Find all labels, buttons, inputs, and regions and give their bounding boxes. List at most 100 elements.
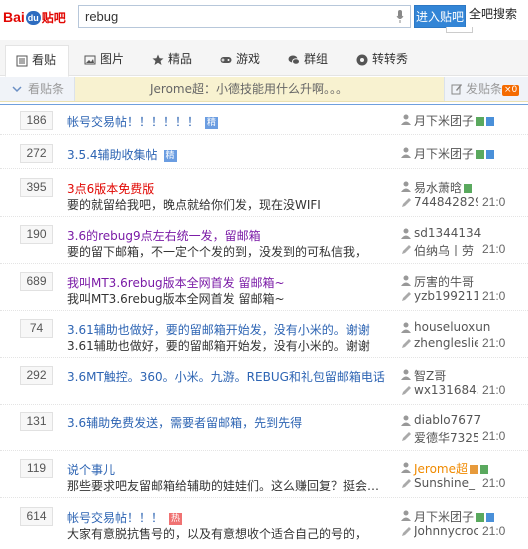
user-icon	[401, 181, 411, 192]
last-replier[interactable]: wx1316843	[414, 383, 478, 397]
logo-paw-badge: du	[25, 11, 41, 25]
thread-author[interactable]: diablo7677	[414, 413, 528, 427]
chat-icon	[288, 55, 300, 65]
last-reply-time: 21:0	[482, 383, 506, 397]
reply-count: 119	[20, 459, 53, 478]
thread-title[interactable]: 我叫MT3.6rebug版本全网首发 留邮箱~	[67, 274, 285, 291]
reply-count: 272	[20, 144, 53, 163]
thread-author[interactable]: sd1344134	[414, 226, 528, 240]
level-badge-icon	[476, 150, 485, 159]
last-replier[interactable]: 爱德华7325	[414, 429, 478, 446]
view-post-bar-toggle[interactable]: 看贴条	[0, 77, 75, 101]
thread-excerpt: 要的留下邮箱，不一定个个发的到，没发到的可私信我，	[67, 245, 368, 259]
thread-author[interactable]: Jerome超	[414, 460, 528, 477]
thread-title[interactable]: 帐号交易帖！！！ 热	[67, 509, 183, 526]
thread-excerpt: 那些要求吧友留邮箱给辅助的娃娃们。这么赚回复？挺会…	[67, 479, 380, 493]
tab-images[interactable]: 图片	[74, 45, 134, 76]
reply-pencil-icon	[402, 527, 411, 536]
thread-title[interactable]: 帐号交易帖！！！！！！ 精	[67, 113, 219, 130]
reply-count: 292	[20, 366, 53, 385]
last-reply-time: 21:0	[482, 524, 506, 538]
notice-message[interactable]: Jerome超：小德技能用什么升啊。。。	[150, 77, 348, 101]
thread-title[interactable]: 3.6MT触控。360。小米。九游。REBUG和礼包留邮箱电话	[67, 368, 385, 385]
author-name: 月下米团子	[414, 147, 475, 161]
list-icon	[16, 55, 28, 67]
thread-author[interactable]: 易水萧晗	[414, 179, 528, 196]
tab-spin-show[interactable]: 转转秀	[346, 45, 416, 76]
last-reply-time: 21:0	[482, 336, 506, 350]
thread-row[interactable]: 190 3.6的rebug9点左右统一发，留邮箱 要的留下邮箱，不一定个个发的到…	[0, 220, 528, 264]
thread-author[interactable]: 月下米团子	[414, 145, 528, 162]
thread-excerpt: 要的就留给我吧，晚点就给你们发，现在没WIFI	[67, 198, 321, 212]
last-replier[interactable]: 伯纳乌丨劳	[414, 242, 478, 259]
enter-tieba-button[interactable]: 进入贴吧	[414, 5, 466, 28]
user-icon	[401, 322, 411, 333]
user-icon	[401, 415, 411, 426]
reply-pencil-icon	[402, 198, 411, 207]
post-bar-label: 发贴条	[466, 82, 503, 96]
thread-row[interactable]: 74 3.61辅助也做好，要的留邮箱开始发，没有小米的。谢谢 3.61辅助也做好…	[0, 314, 528, 358]
all-tieba-search-button[interactable]: 全吧搜索	[469, 5, 528, 23]
search-input[interactable]	[79, 6, 379, 27]
last-replier[interactable]: Sunshine_	[414, 476, 478, 490]
thread-title[interactable]: 3.5.4辅助收集帖精	[67, 146, 177, 163]
tab-groups[interactable]: 群组	[278, 45, 338, 76]
user-icon	[401, 114, 411, 125]
thread-row[interactable]: 395 3点6版本免费版 要的就留给我吧，晚点就给你们发，现在没WIFI 易水萧…	[0, 173, 528, 217]
post-bar-button[interactable]: 发贴条 ×0	[444, 77, 528, 101]
search-box[interactable]	[78, 5, 411, 28]
reply-count: 186	[20, 111, 53, 130]
last-reply-time: 21:0	[482, 289, 506, 303]
tab-games[interactable]: 游戏	[210, 45, 270, 76]
thread-title-text: 3.5.4辅助收集帖	[67, 148, 158, 162]
featured-badge: 精	[163, 150, 177, 162]
user-icon	[401, 228, 411, 239]
thread-row[interactable]: 119 说个事儿 那些要求吧友留邮箱给辅助的娃娃们。这么赚回复？挺会… Jero…	[0, 454, 528, 498]
thread-title[interactable]: 3.6的rebug9点左右统一发，留邮箱	[67, 227, 261, 244]
last-reply-time: 21:0	[482, 429, 506, 443]
author-name: Jerome超	[414, 462, 469, 476]
thread-author[interactable]: 月下米团子	[414, 112, 528, 129]
last-replier[interactable]: yzb1992110	[414, 289, 478, 303]
thread-author[interactable]: houseluoxun	[414, 320, 528, 334]
thread-row[interactable]: 292 3.6MT触控。360。小米。九游。REBUG和礼包留邮箱电话 智Z哥 …	[0, 361, 528, 405]
reply-count: 190	[20, 225, 53, 244]
last-replier[interactable]: 744842829	[414, 195, 478, 209]
thread-author[interactable]: 月下米团子	[414, 508, 528, 525]
last-reply-time: 21:0	[482, 476, 506, 490]
thread-row[interactable]: 131 3.6辅助免费发送，需要者留邮箱，先到先得 diablo7677 爱德华…	[0, 407, 528, 451]
reply-pencil-icon	[402, 292, 411, 301]
last-replier[interactable]: Johnnycroc	[414, 524, 478, 538]
image-icon	[84, 55, 96, 65]
hot-badge: 热	[169, 513, 183, 525]
microphone-icon[interactable]	[396, 10, 404, 23]
thread-excerpt: 大家有意脱抗售号的，以及有意想收个适合自己的号的，	[67, 527, 368, 541]
thread-row[interactable]: 689 我叫MT3.6rebug版本全网首发 留邮箱~ 我叫MT3.6rebug…	[0, 267, 528, 311]
thread-title[interactable]: 3点6版本免费版	[67, 180, 154, 197]
thread-excerpt: 我叫MT3.6rebug版本全网首发 留邮箱~	[67, 292, 285, 306]
thread-title[interactable]: 3.61辅助也做好，要的留邮箱开始发，没有小米的。谢谢	[67, 321, 370, 338]
tab-featured[interactable]: 精品	[142, 45, 202, 76]
vip-badge-icon	[486, 150, 495, 159]
tab-groups-label: 群组	[304, 52, 329, 66]
level-badge-icon	[470, 465, 479, 474]
last-replier[interactable]: zhengleslie	[414, 336, 478, 350]
user-icon	[401, 147, 411, 158]
level-badge-icon	[464, 184, 473, 193]
thread-row[interactable]: 272 3.5.4辅助收集帖精 月下米团子	[0, 139, 528, 169]
featured-badge: 精	[205, 117, 219, 129]
thread-author[interactable]: 厉害的牛哥	[414, 273, 528, 290]
tab-images-label: 图片	[100, 52, 125, 66]
edit-icon	[451, 84, 462, 95]
gamepad-icon	[220, 57, 232, 63]
thread-title[interactable]: 3.6辅助免费发送，需要者留邮箱，先到先得	[67, 414, 302, 431]
thread-row[interactable]: 186 帐号交易帖！！！！！！ 精 月下米团子	[0, 106, 528, 135]
thread-title[interactable]: 说个事儿	[67, 461, 115, 478]
view-post-bar-label: 看贴条	[28, 82, 65, 96]
thread-author[interactable]: 智Z哥	[414, 367, 528, 384]
thread-row[interactable]: 614 帐号交易帖！！！热 大家有意脱抗售号的，以及有意想收个适合自己的号的， …	[0, 502, 528, 546]
reply-count: 74	[20, 319, 53, 338]
tab-posts[interactable]: 看贴	[5, 45, 69, 77]
level-badge-icon	[476, 117, 485, 126]
baidu-tieba-logo[interactable]: Bai du 贴吧	[3, 8, 73, 26]
